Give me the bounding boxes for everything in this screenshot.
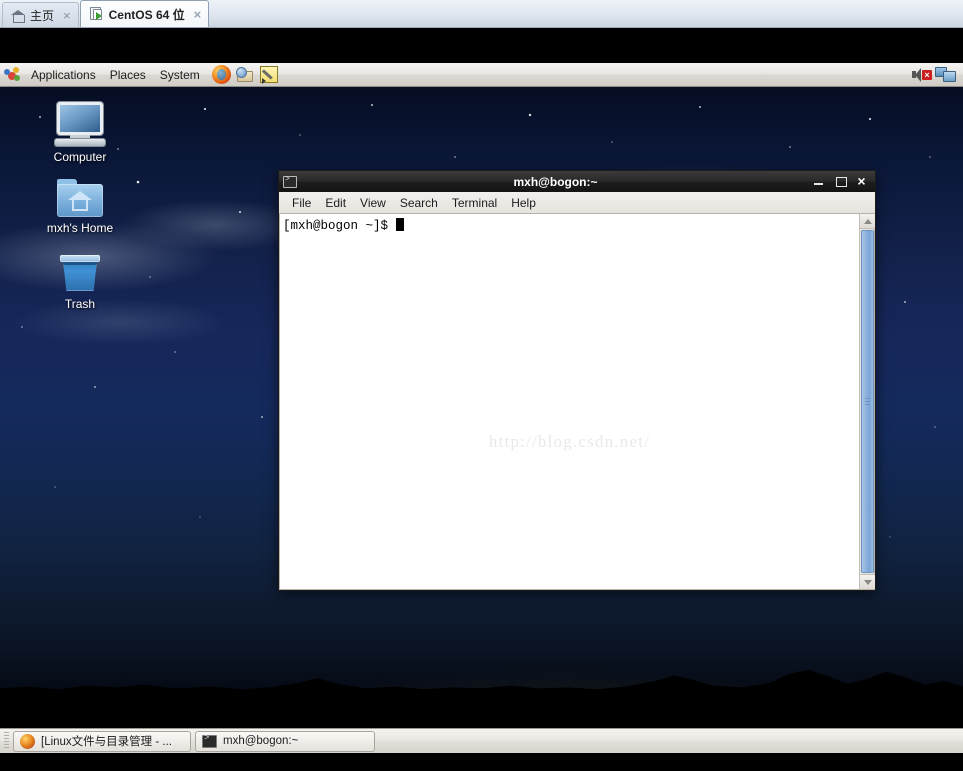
terminal-title: mxh@bogon:~ [297,175,814,189]
trash-icon [58,255,102,293]
terminal-window[interactable]: mxh@bogon:~ × File Edit View Search Term… [278,170,876,591]
gnome-bottom-panel: [Linux文件与目录管理 - ... mxh@bogon:~ [0,728,963,753]
terminal-screen[interactable]: [mxh@bogon ~]$ http://blog.csdn.net/ [280,214,859,589]
desktop-icon-home[interactable]: mxh's Home [32,179,128,235]
taskbar-item-terminal[interactable]: mxh@bogon:~ [195,731,375,752]
vmware-tab-home-label: 主页 [30,7,54,24]
terminal-prompt-line: [mxh@bogon ~]$ [283,218,856,234]
home-icon [11,9,25,22]
text-editor-icon[interactable] [260,66,278,83]
vmware-tab-strip: 主页 × CentOS 64 位 × [0,0,963,28]
menu-places[interactable]: Places [103,64,153,86]
computer-icon [53,102,107,146]
menu-item-edit[interactable]: Edit [318,193,353,213]
menu-item-view[interactable]: View [353,193,393,213]
taskbar-item-terminal-label: mxh@bogon:~ [223,735,298,747]
terminal-body: [mxh@bogon ~]$ http://blog.csdn.net/ [279,214,875,590]
menu-applications[interactable]: Applications [24,64,103,86]
maximize-button[interactable] [835,176,846,187]
terminal-cursor [396,218,404,231]
terminal-menubar: File Edit View Search Terminal Help [279,192,875,214]
evolution-mail-icon[interactable] [236,67,255,83]
volume-muted-icon[interactable]: × [911,66,932,83]
gnome-foot-icon [4,66,21,83]
desktop-icon-home-label: mxh's Home [47,221,113,235]
close-button[interactable]: × [856,176,867,187]
menu-system[interactable]: System [153,64,207,86]
close-icon[interactable]: × [63,8,71,23]
menu-item-search[interactable]: Search [393,193,445,213]
desktop-icon-trash-label: Trash [65,297,95,311]
watermark-text: http://blog.csdn.net/ [489,432,650,452]
virtual-machine-icon [89,7,104,21]
scroll-down-icon[interactable] [860,574,875,589]
volume-mute-x: × [922,70,932,80]
desktop-icon-trash[interactable]: Trash [32,255,128,311]
desktop-icon-computer-label: Computer [54,150,107,164]
firefox-icon[interactable] [212,65,231,84]
network-icon[interactable] [935,66,957,84]
vmware-tab-centos-label: CentOS 64 位 [109,6,185,23]
home-folder-icon [57,179,103,217]
firefox-icon [20,734,35,749]
minimize-button[interactable] [814,176,825,187]
menu-item-file[interactable]: File [285,193,318,213]
tree-horizon-silhouette [0,646,963,738]
terminal-titlebar[interactable]: mxh@bogon:~ × [279,171,875,192]
terminal-scrollbar[interactable] [859,214,874,589]
close-icon[interactable]: × [194,7,202,22]
vmware-tab-centos[interactable]: CentOS 64 位 × [80,0,210,27]
panel-grip [4,732,9,750]
taskbar-item-firefox[interactable]: [Linux文件与目录管理 - ... [13,731,191,752]
menu-item-terminal[interactable]: Terminal [445,193,504,213]
gnome-top-panel: Applications Places System × [0,63,963,87]
terminal-prompt-text: [mxh@bogon ~]$ [283,219,396,233]
taskbar-item-firefox-label: [Linux文件与目录管理 - ... [41,733,172,749]
terminal-icon [283,176,297,188]
vmware-window: 主页 × CentOS 64 位 × Applications Places S… [0,0,963,771]
terminal-icon [202,735,217,748]
scroll-up-icon[interactable] [860,214,875,229]
menu-item-help[interactable]: Help [504,193,543,213]
desktop-icon-computer[interactable]: Computer [32,102,128,164]
vmware-tab-home[interactable]: 主页 × [2,2,79,27]
vm-letterbox-bottom [0,753,963,771]
vm-letterbox-top [0,28,963,63]
scrollbar-thumb[interactable] [861,230,874,573]
